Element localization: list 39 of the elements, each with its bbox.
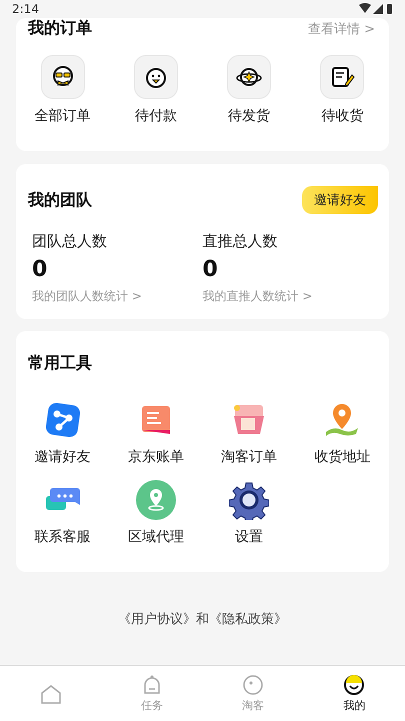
stat-label: 团队总人数 <box>32 232 107 251</box>
status-time: 2:14 <box>12 2 39 16</box>
item-label: 邀请好友 <box>34 448 91 466</box>
order-status-item[interactable]: 全部订单 <box>16 55 110 125</box>
stat-value: 0 <box>202 257 218 282</box>
item-label: 淘客订单 <box>221 448 278 466</box>
nav-tab[interactable]: 我的 <box>304 666 405 721</box>
tool-item[interactable]: 设置 <box>202 480 296 546</box>
tool-item[interactable]: 区域代理 <box>109 480 202 546</box>
stat-label: 直推总人数 <box>202 232 278 251</box>
home-icon <box>40 682 62 704</box>
item-label: 联系客服 <box>34 528 91 546</box>
status-icons-drawing <box>359 3 393 15</box>
invite-button[interactable]: 邀请好友 <box>302 186 378 214</box>
tool-item[interactable]: 淘客订单 <box>202 400 296 466</box>
item-label: 设置 <box>235 528 264 546</box>
item-label: 待付款 <box>134 107 177 125</box>
tool-item[interactable]: 邀请好友 <box>16 400 110 466</box>
item-label: 全部订单 <box>34 107 91 125</box>
section-title: 我的团队 <box>28 190 92 210</box>
location-badge-icon <box>136 480 176 520</box>
tool-item[interactable]: 联系客服 <box>16 480 110 546</box>
section-title: 常用工具 <box>28 353 92 374</box>
order-status-item[interactable]: 待付款 <box>109 55 202 125</box>
smiley-icon <box>343 674 366 696</box>
item-label: 区域代理 <box>128 528 184 546</box>
settings-icon <box>229 480 270 520</box>
agreement-links[interactable]: 《用户协议》和《隐私政策》 <box>118 610 287 628</box>
order-status-item[interactable]: 待发货 <box>202 55 296 125</box>
section-title: 我的订单 <box>28 18 92 39</box>
tool-item[interactable]: 京东账单 <box>109 400 202 466</box>
item-label: 待发货 <box>228 107 270 125</box>
order-status-item[interactable]: 待收货 <box>296 55 389 125</box>
item-label: 收货地址 <box>314 448 370 466</box>
circle-icon <box>242 674 264 696</box>
tool-item[interactable]: 收货地址 <box>296 400 389 466</box>
item-label: 京东账单 <box>128 448 184 466</box>
stat-value: 0 <box>32 257 48 282</box>
item-label: 待收货 <box>321 107 364 125</box>
